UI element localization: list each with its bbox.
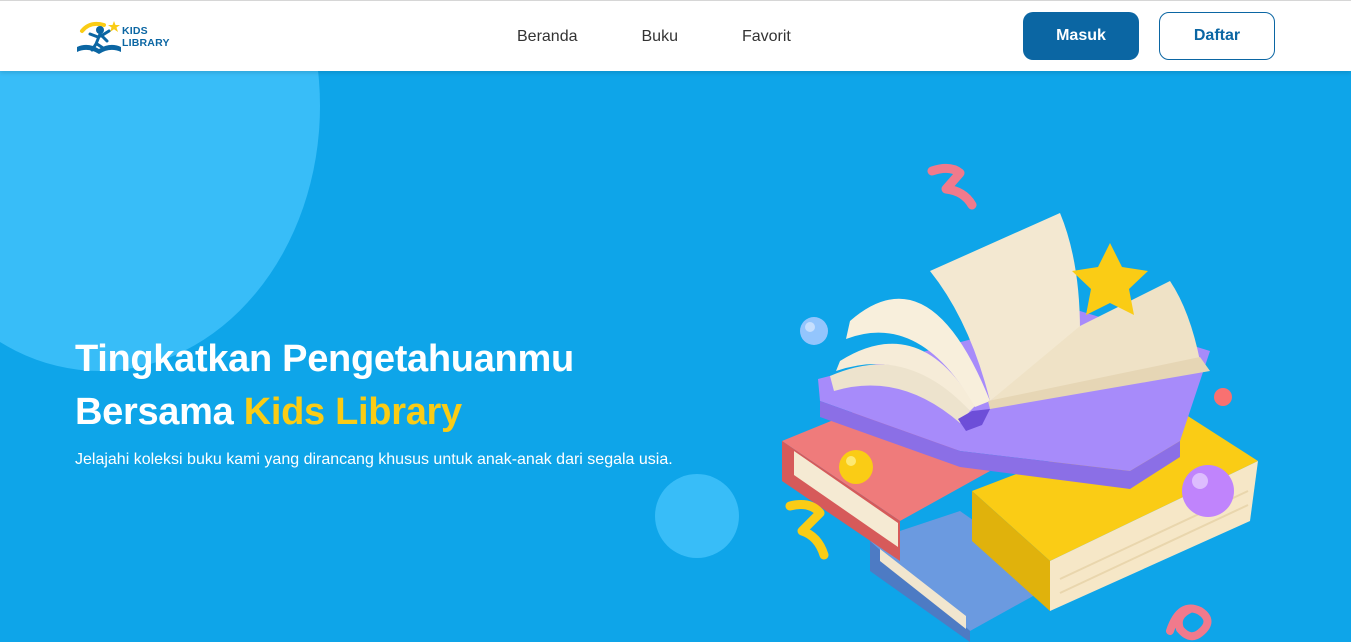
nav-item-buku[interactable]: Buku <box>642 28 678 46</box>
brand-line1: KIDS <box>122 25 148 37</box>
kids-library-logo-icon <box>77 21 121 54</box>
hero-headline: Tingkatkan Pengetahuanmu Bersama Kids Li… <box>75 333 574 439</box>
books-stack-illustration <box>782 163 1258 642</box>
headline-line1: Tingkatkan Pengetahuanmu <box>75 338 574 380</box>
brand-name: KIDS LIBRARY <box>122 25 170 49</box>
login-button[interactable]: Masuk <box>1023 12 1139 60</box>
headline-accent: Kids Library <box>243 391 462 433</box>
brand-line2: LIBRARY <box>122 37 170 49</box>
nav-item-beranda[interactable]: Beranda <box>517 28 578 46</box>
hero-section: Tingkatkan Pengetahuanmu Bersama Kids Li… <box>0 71 1351 642</box>
headline-line2-prefix: Bersama <box>75 391 244 433</box>
main-nav: Beranda Buku Favorit <box>517 28 855 46</box>
decorative-bubble-small <box>655 474 739 558</box>
nav-item-favorit[interactable]: Favorit <box>742 28 791 46</box>
hero-subtitle: Jelajahi koleksi buku kami yang dirancan… <box>75 451 673 468</box>
decorative-bubble-large <box>0 71 320 371</box>
brand-logo[interactable]: KIDS LIBRARY <box>74 15 184 59</box>
navbar: KIDS LIBRARY Beranda Buku Favorit Masuk … <box>0 0 1351 71</box>
register-button[interactable]: Daftar <box>1159 12 1275 60</box>
